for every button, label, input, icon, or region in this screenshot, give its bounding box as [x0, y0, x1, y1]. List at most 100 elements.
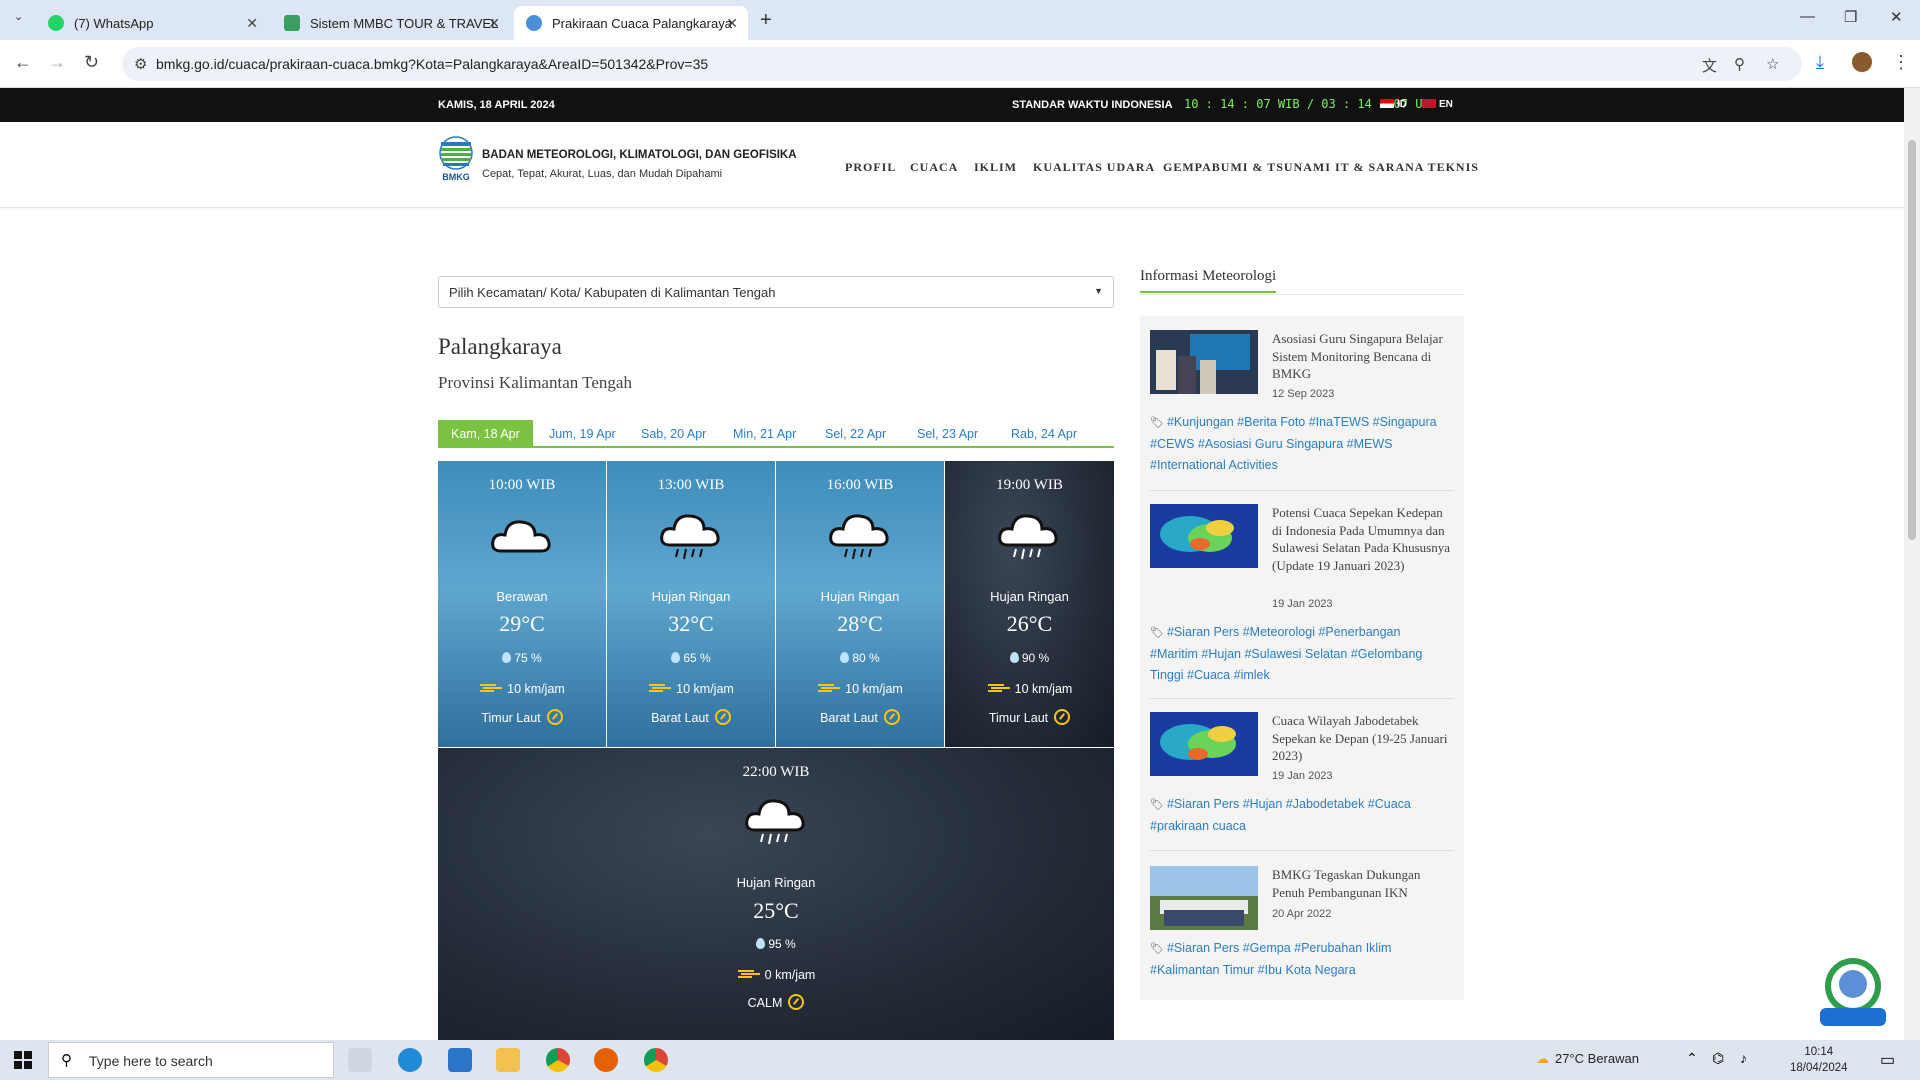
back-arrow-icon[interactable]: ← [14, 52, 32, 73]
forecast-wind-speed: 10 km/jam [945, 682, 1114, 696]
news-item[interactable]: Asosiasi Guru Singapura Belajar Sistem M… [1150, 330, 1454, 480]
menu-dots-icon[interactable]: ⋮ [1892, 52, 1910, 73]
tag-icon: 🏷 [1150, 627, 1164, 639]
bookmark-star-icon[interactable]: ☆ [1766, 55, 1779, 73]
menu-kualitas-udara[interactable]: KUALITAS UDARA [1033, 160, 1155, 175]
edge-icon[interactable] [398, 1048, 422, 1072]
tab-mmbc[interactable]: Sistem MMBC TOUR & TRAVEL ✕ [272, 6, 510, 40]
chrome-icon[interactable] [546, 1048, 570, 1072]
tray-chevron-icon[interactable]: ⌃ [1686, 1050, 1698, 1067]
news-item[interactable]: Cuaca Wilayah Jabodetabek Sepekan ke Dep… [1150, 712, 1454, 842]
menu-gempabumi-tsunami[interactable]: GEMPABUMI & TSUNAMI [1163, 160, 1331, 175]
live-chat-widget[interactable] [1816, 956, 1890, 1032]
menu-profil[interactable]: PROFIL [845, 160, 896, 175]
news-thumbnail[interactable] [1150, 866, 1258, 930]
firefox-icon[interactable] [594, 1048, 618, 1072]
news-tags[interactable]: 🏷 #Siaran Pers #Meteorologi #Penerbangan … [1150, 622, 1450, 686]
menu-it-sarana-teknis[interactable]: IT & SARANA TEKNIS [1335, 160, 1479, 175]
lang-id-link[interactable]: ID [1380, 99, 1407, 110]
window-close-icon[interactable]: ✕ [1890, 8, 1903, 26]
day-tab-3[interactable]: Min, 21 Apr [720, 420, 809, 446]
zoom-icon[interactable]: ⚲ [1734, 55, 1745, 73]
day-tab-6[interactable]: Rab, 24 Apr [998, 420, 1090, 446]
region-select[interactable]: Pilih Kecamatan/ Kota/ Kabupaten di Kali… [438, 276, 1114, 308]
mail-icon[interactable] [448, 1048, 472, 1072]
news-title[interactable]: Asosiasi Guru Singapura Belajar Sistem M… [1272, 330, 1452, 383]
forecast-card-1000[interactable]: 10:00 WIB Berawan 29°C 75 % 10 km/jam Ti… [438, 461, 606, 747]
news-item[interactable]: BMKG Tegaskan Dukungan Penuh Pembangunan… [1150, 866, 1454, 986]
wind-icon [987, 684, 1010, 692]
close-icon[interactable]: ✕ [246, 15, 258, 32]
scrollbar-thumb[interactable] [1908, 140, 1916, 540]
taskbar-weather[interactable]: ☁ 27°C Berawan [1536, 1051, 1639, 1067]
bmkg-favicon-icon [526, 15, 542, 31]
day-tab-0[interactable]: Kam, 18 Apr [438, 420, 533, 446]
news-date: 12 Sep 2023 [1272, 388, 1335, 400]
news-tags[interactable]: 🏷 #Siaran Pers #Gempa #Perubahan Iklim #K… [1150, 938, 1450, 981]
close-icon[interactable]: ✕ [726, 15, 738, 32]
humidity-drop-icon [1009, 652, 1019, 663]
day-tab-2[interactable]: Sab, 20 Apr [628, 420, 719, 446]
news-thumbnail[interactable] [1150, 712, 1258, 776]
minimize-icon[interactable]: — [1800, 8, 1815, 25]
compass-icon [546, 709, 563, 725]
profile-avatar[interactable] [1852, 52, 1872, 72]
reload-icon[interactable]: ↻ [84, 52, 99, 73]
news-separator [1150, 698, 1454, 699]
news-title[interactable]: BMKG Tegaskan Dukungan Penuh Pembangunan… [1272, 866, 1452, 901]
lang-en-link[interactable]: EN [1422, 99, 1453, 110]
news-tags[interactable]: 🏷 #Siaran Pers #Hujan #Jabodetabek #Cuaca… [1150, 794, 1450, 837]
tab-prakiraan-cuaca[interactable]: Prakiraan Cuaca Palangkaraya ✕ [514, 6, 748, 40]
day-tab-4[interactable]: Sel, 22 Apr [812, 420, 899, 446]
forward-arrow-icon[interactable]: → [48, 52, 66, 73]
day-tab-5[interactable]: Sel, 23 Apr [904, 420, 991, 446]
news-item[interactable]: Potensi Cuaca Sepekan Kedepan di Indones… [1150, 504, 1454, 704]
omnibox[interactable]: ⚙ bmkg.go.id/cuaca/prakiraan-cuaca.bmkg?… [122, 47, 1802, 81]
news-thumbnail[interactable] [1150, 504, 1258, 568]
taskbar-clock[interactable]: 10:14 18/04/2024 [1790, 1044, 1848, 1076]
cloud-icon [491, 520, 551, 553]
chrome-icon[interactable] [644, 1048, 668, 1072]
close-icon[interactable]: ✕ [488, 15, 500, 32]
forecast-temperature: 25°C [753, 898, 799, 923]
tag-icon: 🏷 [1150, 417, 1164, 429]
volume-icon[interactable]: ♪ [1740, 1050, 1747, 1066]
task-view-icon[interactable] [348, 1048, 372, 1072]
forecast-wind-speed: 10 km/jam [438, 682, 606, 696]
menu-cuaca[interactable]: CUACA [910, 160, 958, 175]
notification-icon[interactable]: ▭ [1880, 1050, 1895, 1070]
forecast-card-2200[interactable]: 22:00 WIB Hujan Ringan 25°C 95 % 0 km/ja… [438, 748, 1114, 1040]
news-title[interactable]: Cuaca Wilayah Jabodetabek Sepekan ke Dep… [1272, 712, 1452, 765]
news-title[interactable]: Potensi Cuaca Sepekan Kedepan di Indones… [1272, 504, 1452, 574]
forecast-humidity: 95 % [438, 937, 1114, 951]
site-header: BMKG BADAN METEOROLOGI, KLIMATOLOGI, DAN… [0, 122, 1904, 208]
sidebar-divider [1140, 294, 1464, 295]
news-tags[interactable]: 🏷 #Kunjungan #Berita Foto #InaTEWS #Singa… [1150, 412, 1450, 476]
day-tab-1[interactable]: Jum, 19 Apr [536, 420, 629, 446]
translate-icon[interactable]: 文 [1702, 55, 1717, 76]
bmkg-logo[interactable]: BMKG [438, 136, 474, 182]
maximize-icon[interactable]: ❐ [1844, 8, 1857, 26]
compass-icon [788, 994, 805, 1010]
url-text[interactable]: bmkg.go.id/cuaca/prakiraan-cuaca.bmkg?Ko… [156, 56, 708, 72]
network-icon[interactable]: ⌬ [1712, 1050, 1724, 1067]
forecast-condition: Hujan Ringan [990, 589, 1069, 604]
file-explorer-icon[interactable] [496, 1048, 520, 1072]
indonesia-flag-icon [1380, 99, 1394, 108]
page-scrollbar[interactable] [1904, 88, 1920, 1040]
download-icon[interactable]: ⤓ [1816, 52, 1824, 73]
taskbar-search-box[interactable]: ⚲ Type here to search [48, 1042, 334, 1078]
forecast-card-1600[interactable]: 16:00 WIB Hujan Ringan 28°C 80 % 10 km/j… [776, 461, 944, 747]
forecast-wind-speed: 10 km/jam [776, 682, 944, 696]
forecast-card-1900[interactable]: 19:00 WIB Hujan Ringan 26°C 90 % 10 km/j… [945, 461, 1114, 747]
forecast-card-1300[interactable]: 13:00 WIB Hujan Ringan 32°C 65 % 10 km/j… [607, 461, 775, 747]
new-tab-plus-icon[interactable]: + [760, 9, 772, 32]
site-info-icon[interactable]: ⚙ [134, 55, 147, 73]
tab-search-icon[interactable]: ⌄ [14, 10, 23, 23]
menu-iklim[interactable]: IKLIM [974, 160, 1017, 175]
windows-start-icon[interactable] [14, 1051, 32, 1069]
day-tabs: Kam, 18 Apr Jum, 19 Apr Sab, 20 Apr Min,… [438, 420, 1114, 448]
news-thumbnail[interactable] [1150, 330, 1258, 394]
search-icon: ⚲ [61, 1052, 72, 1069]
tab-whatsapp[interactable]: (7) WhatsApp ✕ [36, 6, 268, 40]
